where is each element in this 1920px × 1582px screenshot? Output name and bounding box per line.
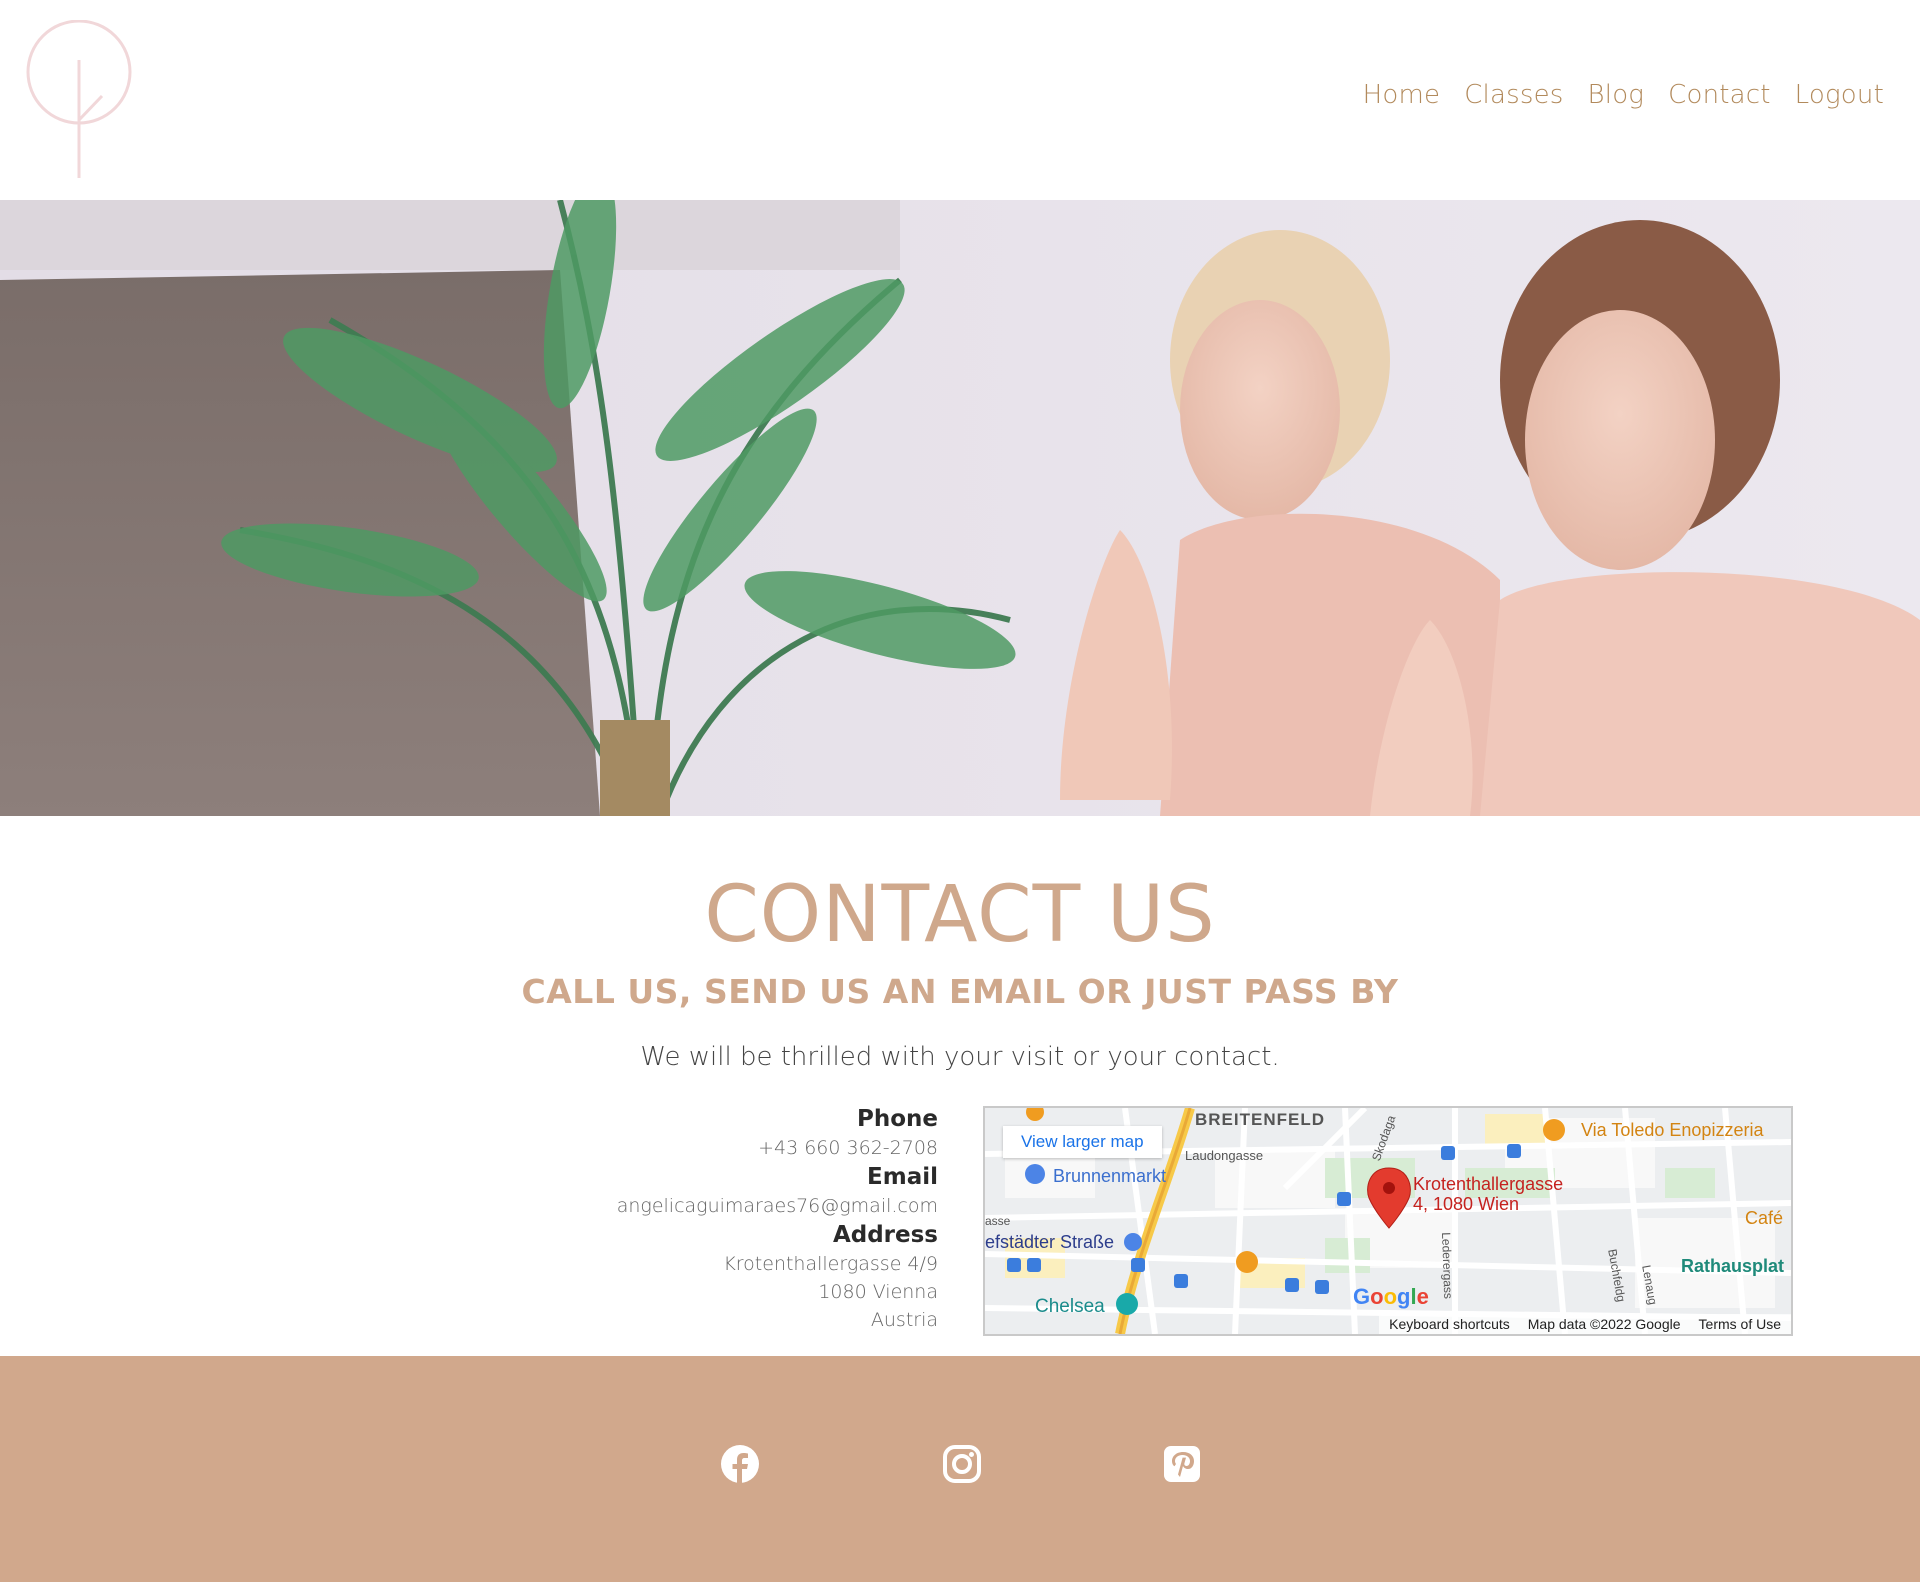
map-label-josefstaedter: efstädter Straße bbox=[985, 1232, 1115, 1252]
nav-blog[interactable]: Blog bbox=[1588, 80, 1645, 110]
embedded-map[interactable]: View larger map BREITENFELD Laudongasse … bbox=[983, 1106, 1793, 1336]
nav-classes[interactable]: Classes bbox=[1464, 80, 1563, 110]
contact-info: Phone +43 660 362-2708 Email angelicagui… bbox=[560, 1104, 938, 1334]
email-label: Email bbox=[867, 1164, 938, 1190]
address-line-2: 1080 Vienna bbox=[818, 1281, 938, 1303]
email-value: angelicaguimaraes76@gmail.com bbox=[616, 1195, 938, 1217]
map-label-laudongasse: Laudongasse bbox=[1185, 1148, 1264, 1163]
map-marker-icon[interactable] bbox=[1381, 1169, 1397, 1229]
map-label-lederergasse: Lederergass bbox=[1439, 1232, 1456, 1300]
map-footer: Keyboard shortcuts Map data ©2022 Google… bbox=[1379, 1314, 1791, 1334]
map-label-chelsea: Chelsea bbox=[1035, 1296, 1105, 1317]
map-label-breitenfeld: BREITENFELD bbox=[1195, 1110, 1325, 1129]
terms-of-use-link[interactable]: Terms of Use bbox=[1699, 1316, 1781, 1332]
google-logo: Google bbox=[1353, 1284, 1429, 1309]
hero-image bbox=[0, 200, 1920, 816]
page-title: CONTACT US bbox=[704, 870, 1216, 960]
marker-label-line-1: Krotenthallergasse bbox=[1413, 1174, 1564, 1194]
marker-label-line-2: 4, 1080 Wien bbox=[1413, 1194, 1520, 1214]
instagram-icon[interactable] bbox=[942, 1444, 982, 1484]
map-label-gasse: asse bbox=[985, 1214, 1011, 1228]
nav-contact[interactable]: Contact bbox=[1668, 80, 1771, 110]
keyboard-shortcuts-link[interactable]: Keyboard shortcuts bbox=[1389, 1316, 1510, 1332]
address-line-3: Austria bbox=[870, 1309, 938, 1331]
view-larger-map-link[interactable]: View larger map bbox=[1003, 1126, 1162, 1158]
nav-logout[interactable]: Logout bbox=[1795, 80, 1884, 110]
map-label-brunnenmarkt: Brunnenmarkt bbox=[1053, 1166, 1167, 1186]
site-footer bbox=[0, 1356, 1920, 1582]
phone-label: Phone bbox=[856, 1106, 938, 1132]
site-header: Home Classes Blog Contact Logout bbox=[0, 0, 1920, 200]
nav-home[interactable]: Home bbox=[1363, 80, 1441, 110]
map-label-rathausplatz: Rathausplat bbox=[1681, 1256, 1785, 1276]
pinterest-icon[interactable] bbox=[1162, 1444, 1202, 1484]
logo-tree-icon[interactable] bbox=[24, 20, 134, 180]
intro-text: We will be thrilled with your visit or y… bbox=[640, 1042, 1280, 1072]
phone-value: +43 660 362-2708 bbox=[758, 1137, 938, 1159]
address-label: Address bbox=[832, 1222, 938, 1248]
address-line-1: Krotenthallergasse 4/9 bbox=[723, 1253, 938, 1275]
map-label-via-toledo: Via Toledo Enopizzeria bbox=[1581, 1120, 1764, 1140]
main-nav: Home Classes Blog Contact Logout bbox=[1363, 80, 1884, 110]
map-data-attribution: Map data ©2022 Google bbox=[1527, 1316, 1681, 1332]
page-subtitle: CALL US, SEND US AN EMAIL OR JUST PASS B… bbox=[521, 972, 1399, 1011]
facebook-icon[interactable] bbox=[720, 1444, 760, 1484]
map-label-cafe: Café bbox=[1745, 1208, 1784, 1228]
